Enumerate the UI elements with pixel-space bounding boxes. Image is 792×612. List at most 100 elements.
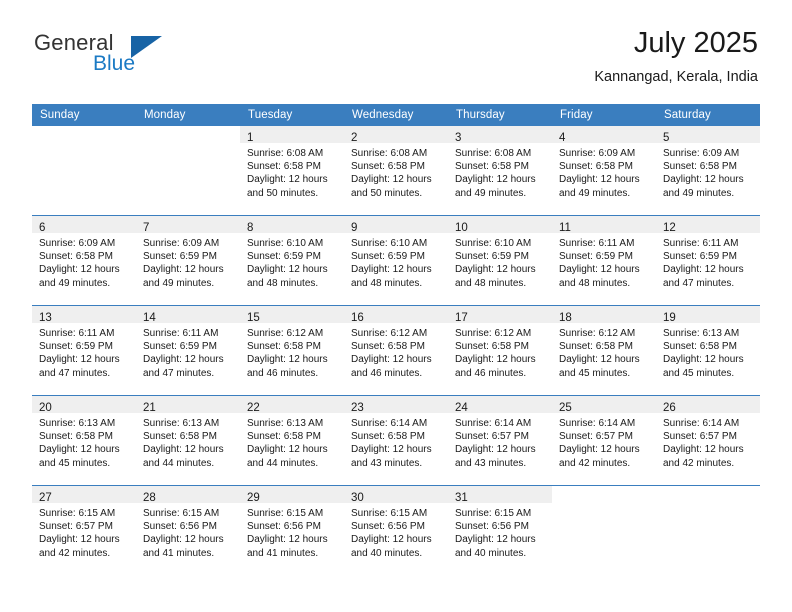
day-number-band: 22 [240, 396, 344, 414]
calendar-week-row: 6 Sunrise: 6:09 AM Sunset: 6:58 PM Daylight… [32, 215, 760, 306]
calendar-day-cell[interactable]: 26 Sunrise: 6:14 AM Sunset: 6:57 PM Dayligh… [656, 395, 760, 486]
day-cell-content: 19 Sunrise: 6:13 AM Sunset: 6:58 PM Dayligh… [656, 306, 760, 396]
daylight-text-line1: Daylight: 12 hours [247, 354, 328, 366]
daylight-text-line1: Daylight: 12 hours [39, 444, 120, 456]
calendar-week-row: 20 Sunrise: 6:13 AM Sunset: 6:58 PM Dayligh… [32, 395, 760, 486]
calendar-day-cell[interactable]: 19 Sunrise: 6:13 AM Sunset: 6:58 PM Dayligh… [656, 305, 760, 396]
day-number-band: 30 [344, 486, 448, 504]
sun-info: Sunrise: 6:12 AM Sunset: 6:58 PM Daylight:… [552, 323, 656, 380]
day-cell-content: 12 Sunrise: 6:11 AM Sunset: 6:59 PM Dayligh… [656, 216, 760, 306]
day-number: 9 [351, 222, 358, 234]
daylight-text-line2: and 50 minutes. [351, 187, 423, 199]
calendar-day-cell[interactable]: 29 Sunrise: 6:15 AM Sunset: 6:56 PM Dayligh… [240, 485, 344, 575]
daylight-text-line1: Daylight: 12 hours [143, 534, 224, 546]
calendar-day-cell[interactable]: 25 Sunrise: 6:14 AM Sunset: 6:57 PM Dayligh… [552, 395, 656, 486]
day-cell-content: 2 Sunrise: 6:08 AM Sunset: 6:58 PM Daylight… [344, 126, 448, 215]
sun-info: Sunrise: 6:13 AM Sunset: 6:58 PM Daylight:… [240, 413, 344, 470]
daylight-text-line2: and 48 minutes. [455, 277, 527, 289]
day-number: 22 [247, 402, 260, 414]
calendar-day-cell[interactable]: 16 Sunrise: 6:12 AM Sunset: 6:58 PM Dayligh… [344, 305, 448, 396]
calendar-day-cell[interactable]: 3 Sunrise: 6:08 AM Sunset: 6:58 PM Daylight… [448, 126, 552, 216]
calendar-day-cell[interactable]: 5 Sunrise: 6:09 AM Sunset: 6:58 PM Daylight… [656, 126, 760, 216]
day-number-band [656, 486, 760, 503]
sun-info: Sunrise: 6:15 AM Sunset: 6:57 PM Daylight:… [32, 503, 136, 560]
daylight-text-line1: Daylight: 12 hours [455, 534, 536, 546]
sunrise-text: Sunrise: 6:13 AM [247, 418, 324, 429]
sunset-text: Sunset: 6:58 PM [663, 161, 737, 173]
sunset-text: Sunset: 6:58 PM [143, 431, 217, 443]
calendar-day-cell[interactable]: 24 Sunrise: 6:14 AM Sunset: 6:57 PM Dayligh… [448, 395, 552, 486]
day-number: 28 [143, 492, 156, 504]
calendar-day-cell[interactable]: 21 Sunrise: 6:13 AM Sunset: 6:58 PM Dayligh… [136, 395, 240, 486]
calendar-day-cell[interactable]: 20 Sunrise: 6:13 AM Sunset: 6:58 PM Dayligh… [32, 395, 136, 486]
day-number: 6 [39, 222, 46, 234]
sunset-text: Sunset: 6:59 PM [663, 251, 737, 263]
weekday-header-wednesday: Wednesday [344, 104, 448, 126]
daylight-text-line1: Daylight: 12 hours [143, 354, 224, 366]
day-number: 7 [143, 222, 150, 234]
daylight-text-line2: and 43 minutes. [351, 457, 423, 469]
calendar-day-cell[interactable]: 12 Sunrise: 6:11 AM Sunset: 6:59 PM Dayligh… [656, 215, 760, 306]
calendar-day-cell[interactable]: 1 Sunrise: 6:08 AM Sunset: 6:58 PM Daylight… [240, 126, 344, 216]
sunrise-text: Sunrise: 6:12 AM [247, 328, 324, 339]
sunset-text: Sunset: 6:56 PM [143, 521, 217, 533]
page-title: July 2025 [633, 27, 758, 59]
sun-info: Sunrise: 6:12 AM Sunset: 6:58 PM Daylight:… [448, 323, 552, 380]
calendar-day-cell[interactable]: 17 Sunrise: 6:12 AM Sunset: 6:58 PM Dayligh… [448, 305, 552, 396]
calendar-day-cell[interactable]: 30 Sunrise: 6:15 AM Sunset: 6:56 PM Dayligh… [344, 485, 448, 575]
calendar-day-cell[interactable]: 10 Sunrise: 6:10 AM Sunset: 6:59 PM Dayligh… [448, 215, 552, 306]
sunrise-text: Sunrise: 6:10 AM [247, 238, 324, 249]
sunset-text: Sunset: 6:58 PM [351, 431, 425, 443]
sunset-text: Sunset: 6:59 PM [559, 251, 633, 263]
calendar-day-cell[interactable]: 8 Sunrise: 6:10 AM Sunset: 6:59 PM Daylight… [240, 215, 344, 306]
sunset-text: Sunset: 6:58 PM [247, 431, 321, 443]
day-number-band: 9 [344, 216, 448, 234]
daylight-text-line1: Daylight: 12 hours [143, 444, 224, 456]
calendar-day-cell[interactable]: 11 Sunrise: 6:11 AM Sunset: 6:59 PM Dayligh… [552, 215, 656, 306]
calendar-day-cell[interactable]: 18 Sunrise: 6:12 AM Sunset: 6:58 PM Dayligh… [552, 305, 656, 396]
sunrise-text: Sunrise: 6:13 AM [143, 418, 220, 429]
calendar-day-cell[interactable]: 28 Sunrise: 6:15 AM Sunset: 6:56 PM Dayligh… [136, 485, 240, 575]
sun-info: Sunrise: 6:11 AM Sunset: 6:59 PM Daylight:… [656, 233, 760, 290]
daylight-text-line1: Daylight: 12 hours [663, 174, 744, 186]
day-number-band: 26 [656, 396, 760, 414]
day-number-band: 4 [552, 126, 656, 144]
sun-info: Sunrise: 6:14 AM Sunset: 6:57 PM Daylight:… [448, 413, 552, 470]
calendar-day-cell[interactable]: 22 Sunrise: 6:13 AM Sunset: 6:58 PM Dayligh… [240, 395, 344, 486]
daylight-text-line2: and 45 minutes. [663, 367, 735, 379]
day-number-band: 13 [32, 306, 136, 324]
day-number: 18 [559, 312, 572, 324]
daylight-text-line2: and 43 minutes. [455, 457, 527, 469]
calendar-day-cell[interactable]: 23 Sunrise: 6:14 AM Sunset: 6:58 PM Dayligh… [344, 395, 448, 486]
daylight-text-line1: Daylight: 12 hours [351, 264, 432, 276]
calendar-body: 1 Sunrise: 6:08 AM Sunset: 6:58 PM Daylight… [32, 126, 760, 575]
calendar-day-cell[interactable]: 31 Sunrise: 6:15 AM Sunset: 6:56 PM Dayligh… [448, 485, 552, 575]
day-cell-content [552, 486, 656, 575]
calendar-day-cell[interactable]: 9 Sunrise: 6:10 AM Sunset: 6:59 PM Daylight… [344, 215, 448, 306]
calendar-day-cell[interactable]: 13 Sunrise: 6:11 AM Sunset: 6:59 PM Dayligh… [32, 305, 136, 396]
day-cell-content: 10 Sunrise: 6:10 AM Sunset: 6:59 PM Dayligh… [448, 216, 552, 306]
daylight-text-line1: Daylight: 12 hours [559, 354, 640, 366]
day-number: 15 [247, 312, 260, 324]
calendar-day-cell[interactable]: 7 Sunrise: 6:09 AM Sunset: 6:59 PM Daylight… [136, 215, 240, 306]
sunset-text: Sunset: 6:58 PM [247, 161, 321, 173]
daylight-text-line2: and 45 minutes. [559, 367, 631, 379]
daylight-text-line2: and 42 minutes. [559, 457, 631, 469]
sun-info: Sunrise: 6:11 AM Sunset: 6:59 PM Daylight:… [136, 323, 240, 380]
day-cell-content: 9 Sunrise: 6:10 AM Sunset: 6:59 PM Daylight… [344, 216, 448, 306]
general-blue-logo[interactable]: General Blue [32, 26, 212, 82]
day-number-band: 20 [32, 396, 136, 414]
sunset-text: Sunset: 6:59 PM [39, 341, 113, 353]
daylight-text-line1: Daylight: 12 hours [559, 444, 640, 456]
calendar-day-cell[interactable]: 6 Sunrise: 6:09 AM Sunset: 6:58 PM Daylight… [32, 215, 136, 306]
calendar-day-cell[interactable]: 14 Sunrise: 6:11 AM Sunset: 6:59 PM Dayligh… [136, 305, 240, 396]
calendar-day-cell[interactable]: 27 Sunrise: 6:15 AM Sunset: 6:57 PM Dayligh… [32, 485, 136, 575]
calendar-day-cell[interactable]: 15 Sunrise: 6:12 AM Sunset: 6:58 PM Dayligh… [240, 305, 344, 396]
sunrise-text: Sunrise: 6:15 AM [351, 508, 428, 519]
calendar-day-cell[interactable]: 2 Sunrise: 6:08 AM Sunset: 6:58 PM Daylight… [344, 126, 448, 216]
calendar-day-cell[interactable]: 4 Sunrise: 6:09 AM Sunset: 6:58 PM Daylight… [552, 126, 656, 216]
weekday-header-row: Sunday Monday Tuesday Wednesday Thursday… [32, 104, 760, 126]
daylight-text-line2: and 50 minutes. [247, 187, 319, 199]
day-cell-content [32, 126, 136, 215]
day-number-band: 31 [448, 486, 552, 504]
